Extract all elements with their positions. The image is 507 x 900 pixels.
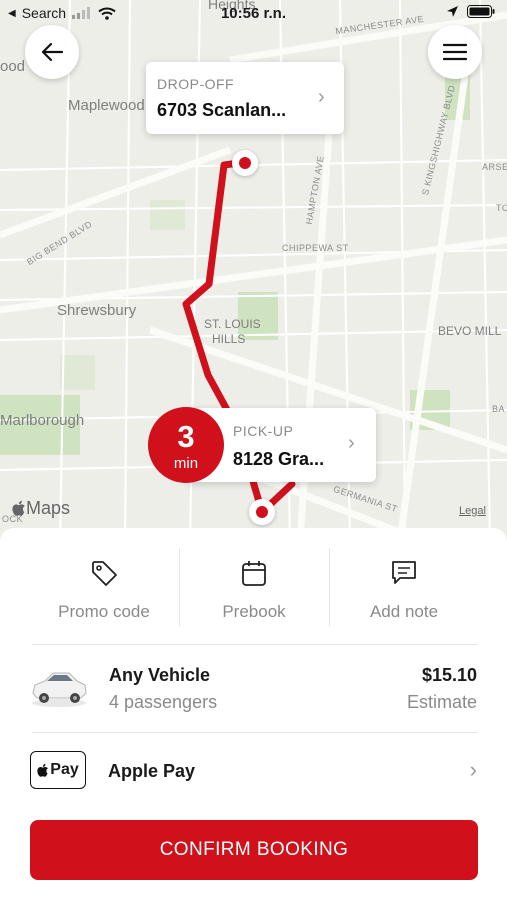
eta-unit: min: [173, 455, 199, 472]
maps-attribution: Maps: [12, 498, 70, 519]
dropoff-label: DROP-OFF: [157, 76, 235, 92]
calendar-icon: [242, 561, 266, 586]
tag-icon: [92, 561, 117, 586]
battery-icon: [467, 5, 495, 18]
arrow-left-icon: [41, 42, 64, 62]
maps-attribution-text: Maps: [26, 498, 71, 518]
promo-code-button[interactable]: Promo code: [29, 528, 179, 646]
car-icon: [32, 672, 87, 707]
apple-logo-icon: [37, 763, 49, 777]
pickup-address: 8128 Gra...: [233, 449, 325, 469]
place-label: Marlborough: [0, 412, 85, 429]
confirm-booking-button[interactable]: CONFIRM BOOKING: [30, 820, 478, 880]
vehicle-capacity: 4 passengers: [109, 692, 218, 712]
place-label: Shrewsbury: [57, 302, 137, 319]
location-arrow-icon: [447, 6, 458, 17]
street-label: ARSE: [482, 162, 507, 172]
vehicle-price: $15.10: [421, 665, 477, 685]
apple-pay-badge: Pay: [30, 751, 86, 789]
dropoff-pin[interactable]: [232, 150, 258, 176]
pickup-pin[interactable]: [249, 499, 275, 525]
street-label: CHIPPEWA ST: [282, 243, 349, 253]
eta-value: 3: [177, 419, 195, 454]
add-note-button[interactable]: Add note: [329, 528, 479, 646]
price-estimate-note: Estimate: [406, 692, 477, 712]
pickup-pin-dot: [256, 506, 268, 518]
place-label: BEVO MILL: [438, 324, 502, 338]
chevron-right-icon: ›: [469, 757, 477, 782]
payment-method: Apple Pay: [108, 761, 196, 781]
vehicle-name: Any Vehicle: [109, 665, 211, 685]
street-label: TO: [496, 203, 507, 213]
apple-pay-badge-text: Pay: [50, 761, 79, 778]
booking-sheet: Promo code Prebook Add note Any Vehicle …: [0, 528, 507, 900]
prebook-button[interactable]: Prebook: [179, 528, 329, 646]
menu-button[interactable]: [428, 25, 482, 79]
prebook-label: Prebook: [222, 602, 286, 621]
add-note-label: Add note: [369, 602, 439, 621]
payment-row[interactable]: Pay Apple Pay ›: [0, 733, 507, 813]
eta-badge: 3 min: [148, 407, 224, 483]
status-time: 10:56 r.n.: [220, 5, 287, 22]
chevron-right-icon: ›: [348, 432, 355, 454]
note-icon: [392, 561, 416, 584]
pickup-label: PICK-UP: [233, 423, 294, 439]
promo-code-label: Promo code: [58, 602, 150, 621]
place-label: Maplewood: [68, 97, 145, 114]
dropoff-address: 6703 Scanlan...: [157, 100, 287, 120]
back-button[interactable]: [25, 25, 79, 79]
dropoff-callout[interactable]: DROP-OFF 6703 Scanlan... ›: [146, 62, 344, 134]
place-label: ST. LOUIS: [204, 317, 261, 331]
map-view[interactable]: Heights ood Maplewood Shrewsbury Marlbor…: [0, 0, 507, 540]
street-label: BA: [492, 404, 506, 414]
place-label: ood: [0, 58, 26, 75]
dropoff-pin-dot: [239, 157, 251, 169]
chevron-right-icon: ›: [318, 86, 325, 108]
apple-logo-icon: [12, 500, 25, 516]
place-label: HILLS: [212, 332, 246, 346]
legal-link[interactable]: Legal: [459, 505, 486, 517]
status-bar: ◀ Search 10:56 r.n.: [0, 0, 507, 28]
hamburger-menu-icon: [443, 43, 467, 61]
vehicle-row[interactable]: Any Vehicle 4 passengers $15.10 Estimate: [0, 645, 507, 731]
